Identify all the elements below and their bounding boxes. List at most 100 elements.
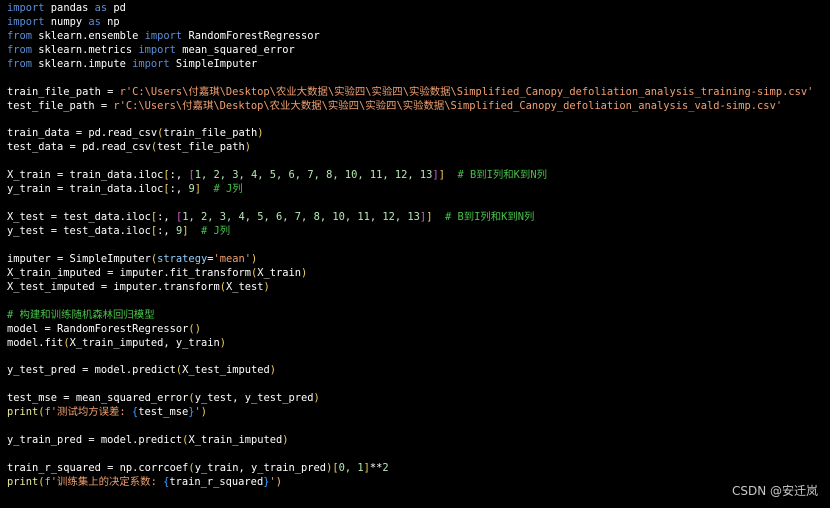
code-token: train_file_path =	[7, 85, 120, 98]
code-token: import	[144, 29, 183, 42]
code-token: print	[7, 406, 39, 419]
code-token: sklearn.ensemble	[32, 29, 145, 42]
code-token: pandas	[44, 2, 95, 14]
code-line: test_file_path = r'C:\Users\付嘉琪\Desktop\…	[7, 100, 823, 114]
code-token: f'训练集上的决定系数:	[44, 475, 164, 488]
code-line: imputer = SimpleImputer(strategy='mean')	[7, 253, 823, 267]
code-token: )	[200, 406, 208, 419]
code-token: :,	[157, 225, 176, 237]
code-token: # J列	[200, 183, 243, 196]
code-line: y_test_pred = model.predict(X_test_imput…	[7, 364, 823, 378]
code-token: )	[282, 434, 289, 447]
code-token: from	[7, 43, 33, 56]
code-token: )	[244, 141, 252, 154]
code-token: X_train_imputed	[188, 434, 283, 447]
code-token: X_train_imputed = imputer.fit_transform	[7, 266, 251, 279]
code-line: # 构建和训练随机森林回归模型	[7, 309, 823, 323]
code-token: strategy	[157, 252, 208, 265]
code-token: 'mean'	[213, 252, 252, 265]
code-token: test_file_path =	[7, 99, 114, 112]
code-token: pd	[107, 2, 126, 14]
code-token: train_r_squared = np.corrcoef	[7, 461, 189, 474]
code-token: import	[132, 57, 170, 70]
code-token: train_file_path	[163, 127, 258, 140]
code-token: X_test_imputed = imputer.transform	[7, 280, 220, 293]
code-token: imputer = SimpleImputer	[7, 252, 151, 265]
code-token: r'C:\Users\付嘉琪\Desktop\农业大数据\实验四\实验四\实验数…	[119, 85, 814, 98]
code-token: f'测试均方误差:	[44, 406, 132, 419]
code-line: X_test_imputed = imputer.transform(X_tes…	[7, 281, 823, 295]
code-token: model = RandomForestRegressor	[7, 322, 189, 335]
code-token: RandomForestRegressor	[182, 29, 320, 42]
code-token: X_train	[257, 266, 302, 279]
code-token: 1, 2, 3, 4, 5, 6, 7, 8, 10, 11, 12, 13	[194, 169, 433, 182]
code-token: )	[301, 266, 308, 279]
code-token: X_train_imputed, y_train	[69, 336, 220, 349]
code-token: )	[251, 252, 258, 265]
code-token: X_test_imputed	[182, 364, 270, 377]
code-line: y_test = test_data.iloc[:, 9] # J列	[7, 225, 823, 239]
code-token: :,	[157, 211, 176, 224]
code-line: train_data = pd.read_csv(train_file_path…	[7, 127, 823, 141]
code-line: train_r_squared = np.corrcoef(y_train, y…	[7, 462, 823, 476]
code-line: print(f'测试均方误差: {test_mse}')	[7, 406, 823, 420]
code-token: model.fit	[7, 336, 64, 349]
code-line: model = RandomForestRegressor()	[7, 323, 823, 337]
code-token: train_data = pd.read_csv	[7, 127, 158, 140]
code-token: test_file_path	[157, 141, 245, 154]
code-token: )	[263, 280, 270, 293]
code-token: sklearn.metrics	[32, 43, 139, 56]
code-line: import numpy as np	[7, 16, 823, 30]
code-token: print	[7, 475, 39, 488]
code-token: )	[219, 336, 226, 349]
code-line: test_mse = mean_squared_error(y_test, y_…	[7, 392, 823, 406]
code-token: 2	[382, 461, 389, 474]
code-token: SimpleImputer	[169, 57, 258, 70]
code-line: y_train = train_data.iloc[:, 9] # J列	[7, 183, 823, 197]
code-token: y_train, y_train_pred	[194, 461, 327, 474]
code-line: X_test = test_data.iloc[:, [1, 2, 3, 4, …	[7, 211, 823, 225]
code-line: print(f'训练集上的决定系数: {train_r_squared}')	[7, 476, 823, 490]
code-token: 0, 1	[338, 461, 364, 474]
code-line: import pandas as pd	[7, 2, 823, 16]
code-token: # B到I列和K到N列	[432, 211, 535, 224]
code-token: test_mse = mean_squared_error	[7, 392, 189, 405]
code-token: y_train_pred = model.predict	[7, 434, 183, 447]
code-line: X_train = train_data.iloc[:, [1, 2, 3, 4…	[7, 169, 823, 183]
code-token: :,	[169, 169, 189, 182]
code-token: )	[313, 392, 320, 405]
code-token: **	[369, 461, 383, 474]
code-line: model.fit(X_train_imputed, y_train)	[7, 337, 823, 351]
code-token: X_train = train_data.iloc	[7, 169, 164, 182]
code-line: test_data = pd.read_csv(test_file_path)	[7, 141, 823, 155]
code-token: train_r_squared	[169, 475, 264, 488]
csdn-watermark: CSDN @安迁岚	[731, 484, 818, 498]
code-token: np	[100, 15, 120, 28]
code-token: X_test	[225, 280, 264, 293]
code-token: mean_squared_error	[175, 43, 295, 56]
code-token: :,	[169, 183, 189, 196]
code-token: from	[7, 29, 33, 42]
code-token: import	[138, 43, 176, 56]
code-token: # B到I列和K到N列	[444, 169, 547, 182]
code-line: train_file_path = r'C:\Users\付嘉琪\Desktop…	[7, 86, 823, 100]
code-token: y_test, y_test_pred	[194, 392, 314, 405]
code-token: test_data = pd.read_csv	[7, 141, 151, 154]
code-token: 1, 2, 3, 4, 5, 6, 7, 8, 10, 11, 12, 13	[182, 211, 420, 224]
code-token: import	[7, 2, 45, 14]
code-line: from sklearn.impute import SimpleImputer	[7, 58, 823, 72]
code-token: y_test = test_data.iloc	[7, 225, 151, 237]
code-token: import	[7, 15, 45, 28]
code-token: from	[7, 57, 33, 70]
code-line: from sklearn.ensemble import RandomFores…	[7, 30, 823, 44]
code-editor[interactable]: import pandas as pd import numpy as np fro…	[7, 2, 823, 502]
